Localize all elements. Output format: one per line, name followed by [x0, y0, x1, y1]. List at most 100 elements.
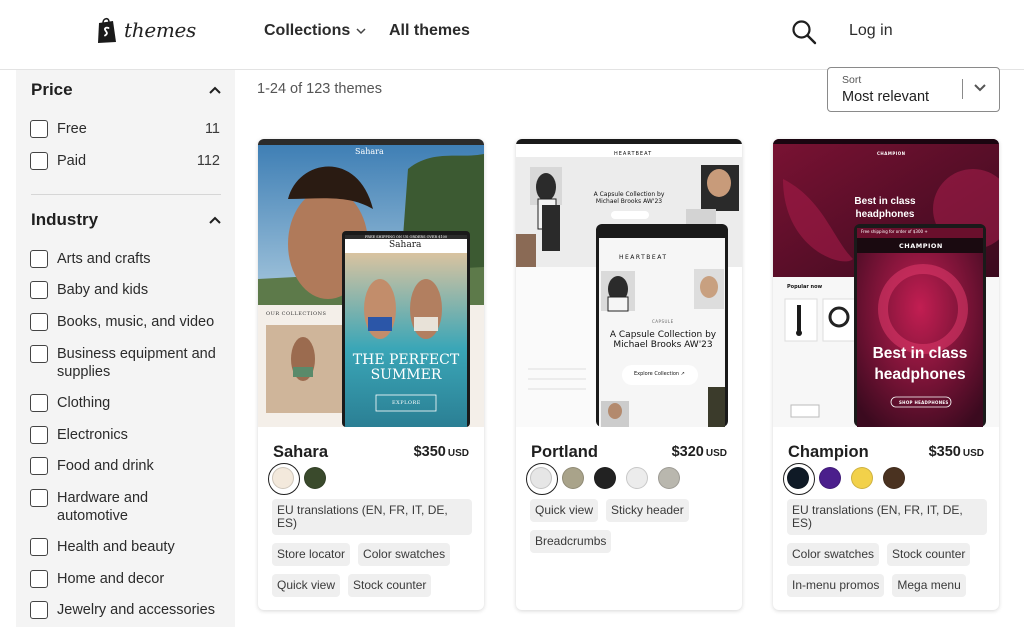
- filter-option-paid[interactable]: Paid 112: [30, 152, 220, 170]
- theme-card-portland[interactable]: HEARTBEAT A Capsule Collection by Michae…: [516, 139, 742, 610]
- login-link[interactable]: Log in: [849, 22, 893, 40]
- feature-tag: Color swatches: [787, 543, 880, 566]
- filter-option-label: Baby and kids: [57, 282, 149, 298]
- filter-option-electronics[interactable]: Electronics: [30, 426, 220, 444]
- checkbox[interactable]: [30, 250, 48, 268]
- filter-option-hardware-automotive[interactable]: Hardware and automotive: [30, 489, 220, 525]
- color-swatch[interactable]: [562, 467, 584, 489]
- color-swatches: [783, 463, 905, 495]
- filter-option-baby-and-kids[interactable]: Baby and kids: [30, 281, 220, 299]
- theme-name[interactable]: Portland: [531, 443, 598, 462]
- checkbox[interactable]: [30, 538, 48, 556]
- feature-tag: Stock counter: [887, 543, 971, 566]
- theme-preview-art: [258, 139, 484, 427]
- checkbox[interactable]: [30, 281, 48, 299]
- filter-option-label: Hardware and automotive: [57, 490, 149, 524]
- color-swatch[interactable]: [268, 463, 300, 495]
- preview-brand: CHAMPION: [877, 151, 906, 156]
- color-swatch[interactable]: [851, 467, 873, 489]
- color-swatch[interactable]: [594, 467, 616, 489]
- nav-all-themes[interactable]: All themes: [389, 22, 470, 40]
- color-swatches: [526, 463, 680, 495]
- industry-filter-header[interactable]: Industry: [31, 210, 221, 230]
- preview-headline-mobile: Best in class headphones: [872, 345, 968, 383]
- color-swatch[interactable]: [883, 467, 905, 489]
- sort-value: Most relevant: [842, 89, 930, 105]
- theme-card-champion[interactable]: CHAMPION Best in class headphones Free s…: [773, 139, 999, 610]
- nav-collections-label: Collections: [264, 22, 351, 39]
- price-currency: USD: [447, 448, 469, 459]
- checkbox[interactable]: [30, 345, 48, 363]
- checkbox[interactable]: [30, 426, 48, 444]
- filter-option-label: Electronics: [57, 427, 128, 443]
- feature-tags: EU translations (EN, FR, IT, DE, ES) Sto…: [272, 499, 472, 597]
- preview-brand-mobile: CHAMPION: [899, 242, 943, 250]
- color-swatch[interactable]: [783, 463, 815, 495]
- feature-tag: Mega menu: [892, 574, 966, 597]
- filter-option-arts-and-crafts[interactable]: Arts and crafts: [30, 250, 220, 268]
- theme-name[interactable]: Champion: [788, 443, 869, 462]
- color-swatch[interactable]: [658, 467, 680, 489]
- preview-cta: SHOP HEADPHONES: [899, 400, 949, 405]
- filter-option-health-and-beauty[interactable]: Health and beauty: [30, 538, 220, 556]
- checkbox[interactable]: [30, 457, 48, 475]
- preview-headline: THE PERFECT SUMMER: [352, 352, 460, 383]
- filter-option-count: 112: [196, 153, 220, 169]
- feature-tag: Stock counter: [348, 574, 432, 597]
- chevron-down-icon: [974, 84, 986, 92]
- feature-tags: EU translations (EN, FR, IT, DE, ES) Col…: [787, 499, 987, 597]
- search-icon[interactable]: [791, 19, 817, 45]
- filter-option-clothing[interactable]: Clothing: [30, 394, 220, 412]
- logo-text: themes: [124, 18, 197, 42]
- checkbox[interactable]: [30, 152, 48, 170]
- filter-option-home-and-decor[interactable]: Home and decor: [30, 570, 220, 588]
- filter-option-food-and-drink[interactable]: Food and drink: [30, 457, 220, 475]
- nav-collections[interactable]: Collections: [264, 22, 366, 40]
- preview-brand-mobile: Sahara: [389, 240, 422, 250]
- divider: [962, 79, 963, 99]
- filter-option-label: Business equipment and supplies: [57, 346, 216, 380]
- preview-banner: Free shipping for order of $300 +: [861, 229, 928, 234]
- checkbox[interactable]: [30, 394, 48, 412]
- color-swatch[interactable]: [626, 467, 648, 489]
- theme-price: $350 USD: [414, 444, 469, 460]
- price-amount: $350: [928, 444, 961, 460]
- checkbox[interactable]: [30, 313, 48, 331]
- divider: [31, 194, 221, 195]
- color-swatch[interactable]: [304, 467, 326, 489]
- checkbox[interactable]: [30, 489, 48, 507]
- feature-tag: Quick view: [272, 574, 341, 597]
- nav-all-themes-label: All themes: [389, 22, 470, 39]
- theme-price: $350 USD: [929, 444, 984, 460]
- filter-option-label: Arts and crafts: [57, 251, 151, 267]
- preview-section-title: Popular now: [787, 284, 823, 290]
- preview-headline-mobile: A Capsule Collection by Michael Brooks A…: [609, 330, 717, 350]
- sort-label: Sort: [842, 74, 862, 86]
- shopify-bag-icon: [98, 17, 116, 43]
- filter-option-label: Books, music, and video: [57, 314, 215, 330]
- theme-preview-image: Sahara Sahara FREE SHIPPING ON US ORDERS…: [258, 139, 484, 427]
- feature-tags: Quick view Sticky header Breadcrumbs: [530, 499, 730, 553]
- color-swatch[interactable]: [526, 463, 558, 495]
- filter-option-business-equipment[interactable]: Business equipment and supplies: [30, 345, 220, 381]
- filter-option-books-music-video[interactable]: Books, music, and video: [30, 313, 220, 331]
- sort-select[interactable]: Sort Most relevant: [827, 67, 1000, 112]
- shopify-themes-logo[interactable]: themes: [96, 16, 196, 44]
- checkbox[interactable]: [30, 570, 48, 588]
- feature-tag: EU translations (EN, FR, IT, DE, ES): [787, 499, 987, 535]
- preview-headline: A Capsule Collection by Michael Brooks A…: [593, 191, 665, 205]
- color-swatch[interactable]: [819, 467, 841, 489]
- theme-name[interactable]: Sahara: [273, 443, 328, 462]
- preview-headline: Best in class headphones: [854, 196, 916, 220]
- theme-card-sahara[interactable]: Sahara Sahara FREE SHIPPING ON US ORDERS…: [258, 139, 484, 610]
- filter-sidebar: Price Free 11 Paid 112 Industry Arts and…: [16, 70, 235, 627]
- theme-price: $320 USD: [672, 444, 727, 460]
- filter-option-free[interactable]: Free 11: [30, 120, 220, 138]
- price-filter-header[interactable]: Price: [31, 80, 221, 100]
- preview-banner: FREE SHIPPING ON US ORDERS OVER $100: [364, 235, 448, 239]
- filter-option-jewelry-accessories[interactable]: Jewelry and accessories: [30, 601, 220, 619]
- chevron-down-icon: [356, 28, 366, 35]
- feature-tag: Quick view: [530, 499, 599, 522]
- checkbox[interactable]: [30, 120, 48, 138]
- checkbox[interactable]: [30, 601, 48, 619]
